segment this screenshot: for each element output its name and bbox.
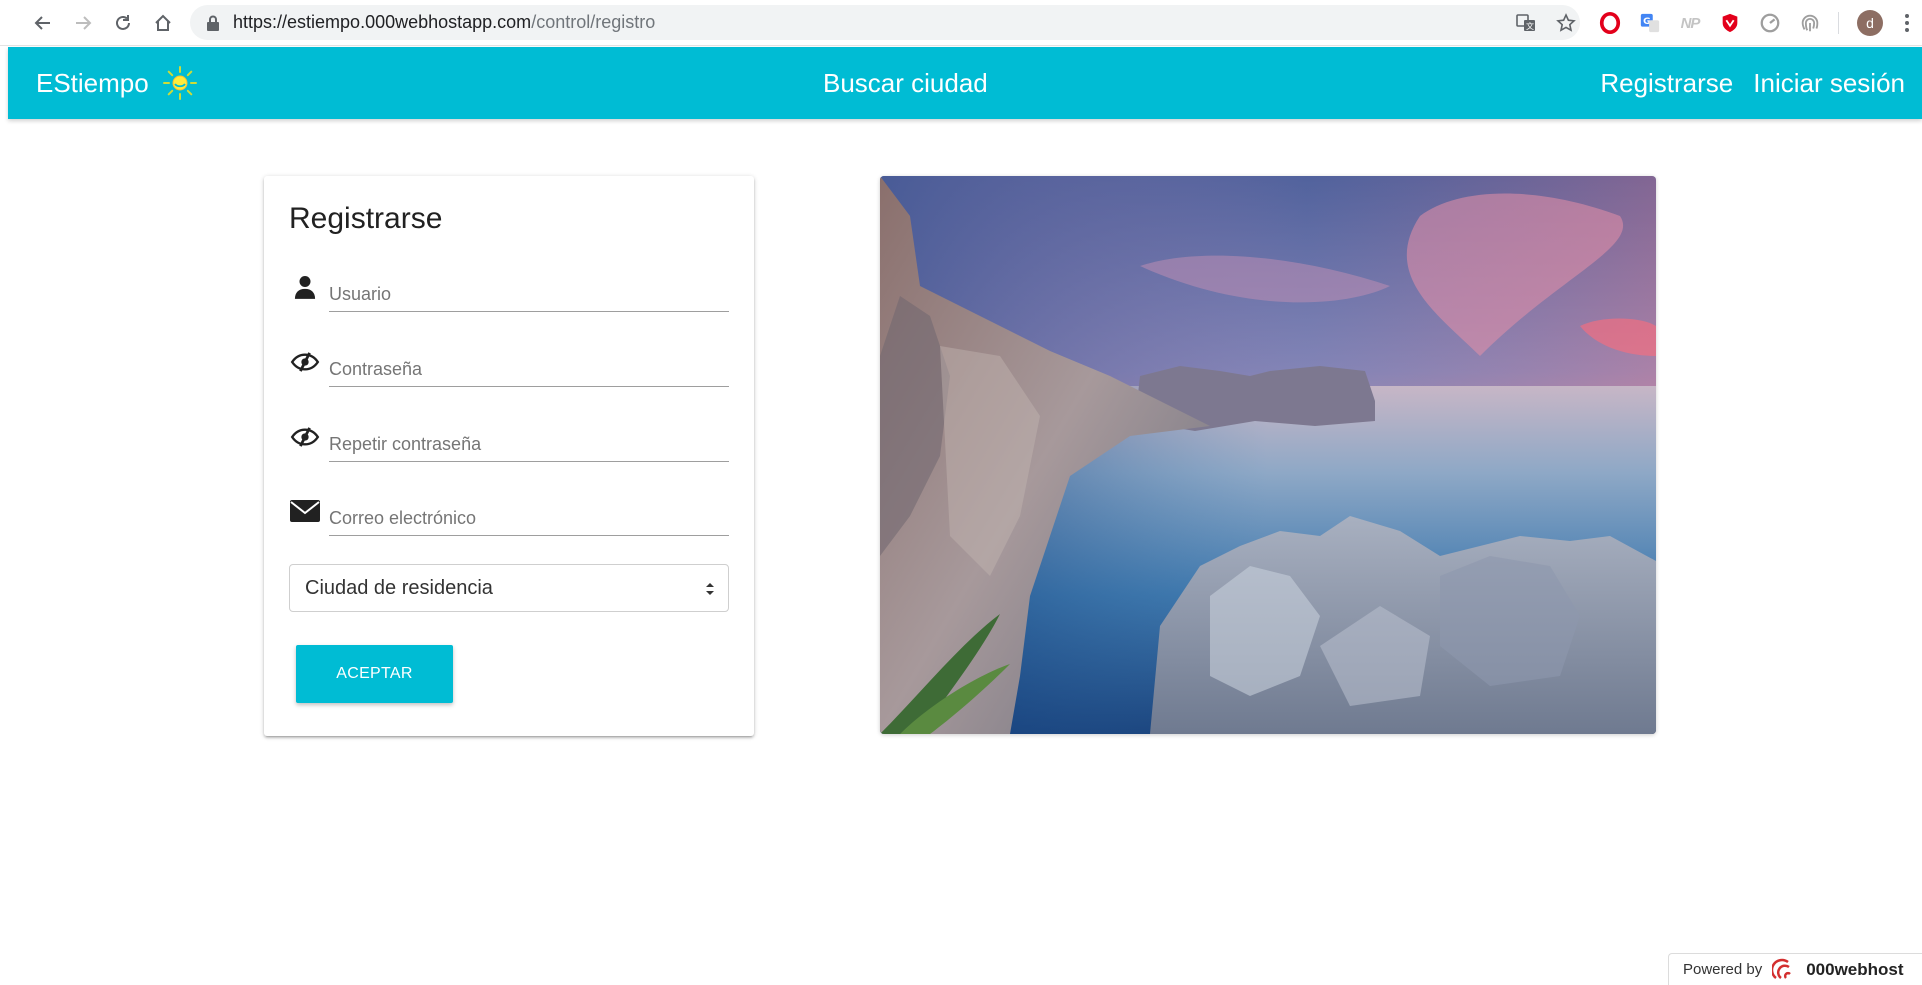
- landscape-image: [880, 176, 1656, 734]
- city-select[interactable]: Ciudad de residencia: [289, 564, 729, 612]
- home-icon: [155, 14, 171, 31]
- powered-by-badge[interactable]: Powered by 000webhost: [1668, 953, 1922, 985]
- user-icon: [289, 272, 321, 302]
- username-field[interactable]: Usuario: [289, 272, 729, 316]
- password-field[interactable]: Contraseña: [289, 347, 729, 391]
- search-city-link[interactable]: Buscar ciudad: [823, 47, 988, 119]
- username-placeholder: Usuario: [329, 284, 392, 304]
- sun-icon: [162, 66, 197, 100]
- password-input[interactable]: Contraseña: [329, 351, 729, 387]
- url-text: https://estiempo.000webhostapp.com/contr…: [233, 5, 655, 40]
- brand-logo[interactable]: EStiempo: [36, 47, 199, 119]
- shield-icon[interactable]: [1718, 11, 1742, 35]
- browser-toolbar: https://estiempo.000webhostapp.com/contr…: [0, 0, 1922, 46]
- site-navbar: EStiempo Buscar ciudad Registrarse Inici…: [8, 47, 1922, 119]
- bookmark-star-icon[interactable]: [1556, 13, 1576, 33]
- repeat-password-placeholder: Repetir contraseña: [329, 434, 482, 454]
- google-translate-icon[interactable]: G: [1638, 11, 1662, 35]
- reload-button[interactable]: [108, 8, 138, 38]
- login-link[interactable]: Iniciar sesión: [1753, 68, 1905, 99]
- np-icon[interactable]: NP: [1678, 11, 1702, 35]
- profile-avatar[interactable]: d: [1857, 10, 1883, 36]
- email-placeholder: Correo electrónico: [329, 508, 477, 528]
- browser-menu-icon[interactable]: [1902, 12, 1912, 34]
- eye-slash-icon: [289, 347, 321, 377]
- lock-icon: [207, 15, 219, 31]
- email-input[interactable]: Correo electrónico: [329, 500, 729, 536]
- accept-button[interactable]: ACEPTAR: [296, 645, 453, 703]
- powered-by-label: Powered by: [1683, 961, 1763, 978]
- card-title: Registrarse: [289, 202, 443, 235]
- forward-button[interactable]: [68, 8, 98, 38]
- envelope-icon: [289, 496, 321, 526]
- arrow-right-icon: [76, 16, 92, 30]
- np-label: NP: [1680, 14, 1701, 32]
- translate-icon[interactable]: 文: [1516, 13, 1536, 33]
- register-card: Registrarse Usuario Contraseña Repetir c…: [264, 176, 754, 736]
- arrow-left-icon: [34, 16, 50, 30]
- nav-actions: Registrarse Iniciar sesión: [1600, 47, 1905, 119]
- email-field[interactable]: Correo electrónico: [289, 496, 729, 540]
- register-link[interactable]: Registrarse: [1600, 68, 1733, 99]
- url-host: https://estiempo.000webhostapp.com: [233, 12, 532, 32]
- reload-icon: [116, 15, 130, 30]
- eye-slash-icon: [289, 422, 321, 452]
- brand-name: EStiempo: [36, 67, 149, 98]
- speed-dial-icon[interactable]: [1758, 11, 1782, 35]
- fingerprint-icon[interactable]: [1798, 11, 1822, 35]
- address-bar[interactable]: https://estiempo.000webhostapp.com/contr…: [190, 5, 1580, 40]
- back-button[interactable]: [28, 8, 58, 38]
- select-arrows-icon: [706, 583, 714, 595]
- svg-text:文: 文: [1526, 21, 1534, 31]
- username-input[interactable]: Usuario: [329, 276, 729, 312]
- url-path: /control/registro: [531, 12, 656, 32]
- password-placeholder: Contraseña: [329, 359, 423, 379]
- avatar-letter: d: [1866, 15, 1874, 31]
- repeat-password-input[interactable]: Repetir contraseña: [329, 426, 729, 462]
- toolbar-separator: [1838, 12, 1839, 34]
- 000webhost-logo-icon: [1772, 958, 1792, 979]
- repeat-password-field[interactable]: Repetir contraseña: [289, 422, 729, 466]
- home-button[interactable]: [148, 8, 178, 38]
- host-brand-name: 000webhost: [1806, 959, 1904, 979]
- opera-icon[interactable]: [1598, 11, 1622, 35]
- city-select-value: Ciudad de residencia: [305, 577, 493, 599]
